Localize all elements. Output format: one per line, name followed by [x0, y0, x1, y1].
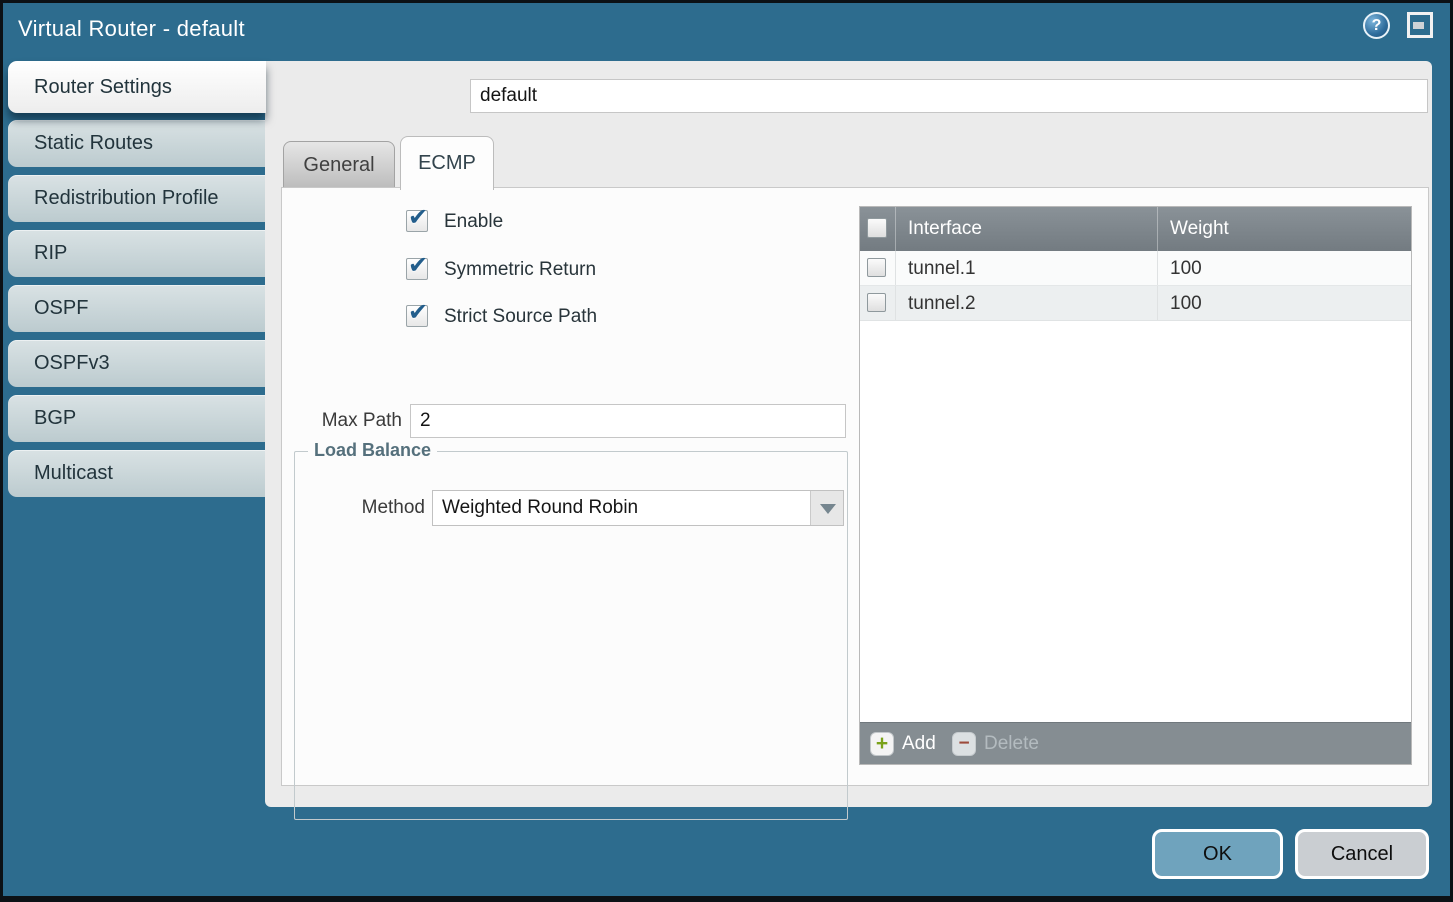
- plus-icon: +: [870, 732, 894, 756]
- load-balance-fieldset: Load Balance Method Weighted Round Robin: [294, 451, 848, 820]
- sidebar-item-redistribution-profile[interactable]: Redistribution Profile: [8, 175, 266, 222]
- column-header-weight: Weight: [1158, 207, 1411, 251]
- checkmark-icon: ✔: [408, 251, 428, 280]
- add-label: Add: [902, 723, 936, 765]
- load-balance-legend: Load Balance: [308, 440, 437, 461]
- row-checkbox[interactable]: [867, 293, 886, 312]
- tab-ecmp[interactable]: ECMP: [400, 136, 494, 190]
- sidebar-item-static-routes[interactable]: Static Routes: [8, 120, 266, 167]
- name-input[interactable]: [470, 79, 1428, 113]
- sidebar-item-ospfv3[interactable]: OSPFv3: [8, 340, 266, 387]
- sidebar-item-ospf[interactable]: OSPF: [8, 285, 266, 332]
- sidebar-item-bgp[interactable]: BGP: [8, 395, 266, 442]
- sidebar-item-router-settings[interactable]: Router Settings: [8, 61, 266, 113]
- strict-source-path-label: Strict Source Path: [444, 305, 597, 329]
- ecmp-interface-table: Interface Weight tunnel.1 100 tunnel.2 1…: [859, 206, 1412, 765]
- cell-interface: tunnel.1: [896, 251, 1158, 285]
- method-label: Method: [305, 490, 425, 526]
- minus-icon: −: [952, 732, 976, 756]
- table-footer: + Add − Delete: [860, 722, 1411, 764]
- method-select[interactable]: Weighted Round Robin: [432, 490, 844, 526]
- max-path-label: Max Path: [282, 404, 402, 438]
- main-panel: Name General ECMP ✔ Enable ✔ Symmetric R…: [265, 61, 1432, 807]
- ok-button[interactable]: OK: [1152, 829, 1283, 879]
- checkmark-icon: ✔: [408, 203, 428, 232]
- cell-weight: 100: [1158, 286, 1411, 320]
- cancel-button[interactable]: Cancel: [1295, 829, 1429, 879]
- window-restore-inner: [1413, 22, 1424, 29]
- virtual-router-dialog: Virtual Router - default ? Router Settin…: [0, 0, 1453, 902]
- delete-label: Delete: [984, 723, 1039, 765]
- help-icon[interactable]: ?: [1363, 12, 1390, 39]
- max-path-input[interactable]: [410, 404, 846, 438]
- table-row[interactable]: tunnel.2 100: [860, 286, 1411, 321]
- chevron-down-icon[interactable]: [810, 491, 843, 525]
- tab-general[interactable]: General: [283, 141, 395, 187]
- enable-checkbox[interactable]: ✔: [406, 210, 428, 232]
- enable-label: Enable: [444, 210, 503, 234]
- titlebar: Virtual Router - default ?: [3, 3, 1450, 55]
- header-checkbox-cell: [860, 207, 896, 251]
- table-header: Interface Weight: [860, 207, 1411, 251]
- row-checkbox[interactable]: [867, 258, 886, 277]
- cell-weight: 100: [1158, 251, 1411, 285]
- dialog-title: Virtual Router - default: [18, 3, 245, 55]
- cell-interface: tunnel.2: [896, 286, 1158, 320]
- sidebar-item-rip[interactable]: RIP: [8, 230, 266, 277]
- column-header-interface: Interface: [896, 207, 1158, 251]
- checkmark-icon: ✔: [408, 298, 428, 327]
- select-all-checkbox[interactable]: [867, 218, 887, 238]
- window-restore-icon[interactable]: [1407, 12, 1433, 38]
- ecmp-tab-content: ✔ Enable ✔ Symmetric Return ✔ Strict Sou…: [281, 187, 1429, 786]
- method-select-value: Weighted Round Robin: [442, 491, 638, 525]
- strict-source-path-checkbox[interactable]: ✔: [406, 305, 428, 327]
- symmetric-return-label: Symmetric Return: [444, 258, 596, 282]
- symmetric-return-checkbox[interactable]: ✔: [406, 258, 428, 280]
- table-row[interactable]: tunnel.1 100: [860, 251, 1411, 286]
- sidebar-item-multicast[interactable]: Multicast: [8, 450, 266, 497]
